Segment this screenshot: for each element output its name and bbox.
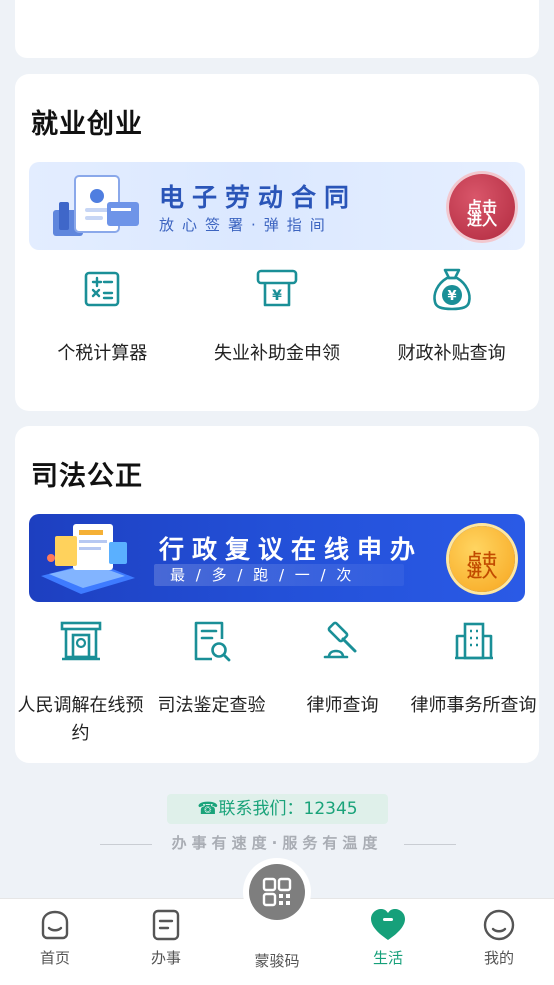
enter-button-line2: 进入: [449, 526, 515, 592]
administrative-review-banner[interactable]: 行政复议在线申办 最 / 多 / 跑 / 一 / 次 点击 进入: [29, 514, 525, 602]
tab-home[interactable]: 首页: [15, 907, 95, 968]
section-title: 司法公正: [31, 461, 143, 492]
grid-item-label: 财政补贴查询: [397, 343, 506, 364]
justice-grid: 人民调解在线预约 司法鉴定查验 律师查询 律师事务所查询: [15, 616, 539, 748]
grid-item-label: 律师查询: [306, 695, 379, 716]
labor-contract-banner[interactable]: 电子劳动合同 放心签署·弹指间 点击 进入: [29, 162, 525, 250]
home-icon: [41, 910, 69, 940]
tab-label: 首页: [39, 949, 70, 967]
enter-button-line2: 进入: [449, 174, 515, 240]
qr-code-label: 蒙骏码: [254, 952, 300, 970]
tab-label: 办事: [150, 949, 181, 967]
employment-section: 就业创业 电子劳动合同 放心签署·弹指间 点击 进入 个税计算器 ¥ 失业补助金…: [15, 74, 539, 411]
tab-services[interactable]: 办事: [126, 907, 206, 968]
service-slogan: 办事有速度·服务有温度: [171, 834, 383, 852]
tab-life[interactable]: 生活: [348, 907, 428, 968]
divider-right: [404, 844, 456, 845]
grid-item-subsidy-query[interactable]: ¥ 财政补贴查询: [364, 264, 539, 368]
tab-label: 我的: [483, 949, 514, 967]
grid-item-tax-calculator[interactable]: 个税计算器: [15, 264, 190, 368]
contact-us-phone[interactable]: ☎联系我们：12345: [167, 794, 388, 824]
banner-title: 电子劳动合同: [159, 183, 358, 212]
money-bag-icon: ¥: [432, 268, 471, 311]
svg-text:¥: ¥: [447, 289, 456, 304]
user-icon: [483, 909, 515, 941]
banner-subtitle: 放心签署·弹指间: [159, 216, 333, 234]
gavel-icon: [323, 621, 356, 659]
calculator-icon: [85, 271, 120, 307]
section-title: 就业创业: [31, 109, 143, 140]
justice-section: 司法公正 行政复议在线申办 最 / 多 / 跑 / 一 / 次 点击 进入 人民…: [15, 426, 539, 763]
atm-card-icon: ¥: [256, 269, 298, 307]
qr-code-button[interactable]: [243, 858, 311, 926]
grid-item-lawyer-query[interactable]: 律师查询: [277, 616, 408, 748]
banner-subtitle: 最 / 多 / 跑 / 一 / 次: [154, 564, 404, 586]
grid-item-label: 律师事务所查询: [410, 695, 537, 716]
grid-item-forensic-check[interactable]: 司法鉴定查验: [146, 616, 277, 748]
top-card: [15, 0, 539, 58]
office-building-icon: [454, 622, 493, 660]
qr-code-icon: [262, 877, 292, 907]
grid-item-law-firm-query[interactable]: 律师事务所查询: [408, 616, 539, 748]
grid-item-label: 个税计算器: [57, 343, 148, 364]
mediation-hall-icon: [60, 621, 101, 661]
grid-item-mediation-booking[interactable]: 人民调解在线预约: [15, 616, 146, 748]
employment-grid: 个税计算器 ¥ 失业补助金申领 ¥ 财政补贴查询: [15, 264, 539, 368]
heart-icon: [371, 909, 405, 940]
tab-mine[interactable]: 我的: [459, 907, 539, 968]
enter-button-label-2: 进入: [466, 211, 497, 229]
contract-illustration-icon: [53, 175, 139, 236]
document-search-icon: [194, 621, 230, 662]
grid-item-label: 失业补助金申领: [213, 343, 340, 364]
grid-item-unemployment-benefit[interactable]: ¥ 失业补助金申领: [190, 264, 365, 368]
banner-title: 行政复议在线申办: [159, 535, 424, 564]
tab-label: 生活: [372, 949, 403, 967]
document-icon: [152, 909, 180, 941]
grid-item-label: 司法鉴定查验: [157, 695, 266, 716]
laptop-documents-illustration-icon: [41, 524, 135, 594]
enter-button-label-2: 进入: [466, 563, 497, 581]
grid-item-label: 人民调解在线预约: [17, 695, 144, 744]
svg-text:¥: ¥: [272, 288, 282, 304]
